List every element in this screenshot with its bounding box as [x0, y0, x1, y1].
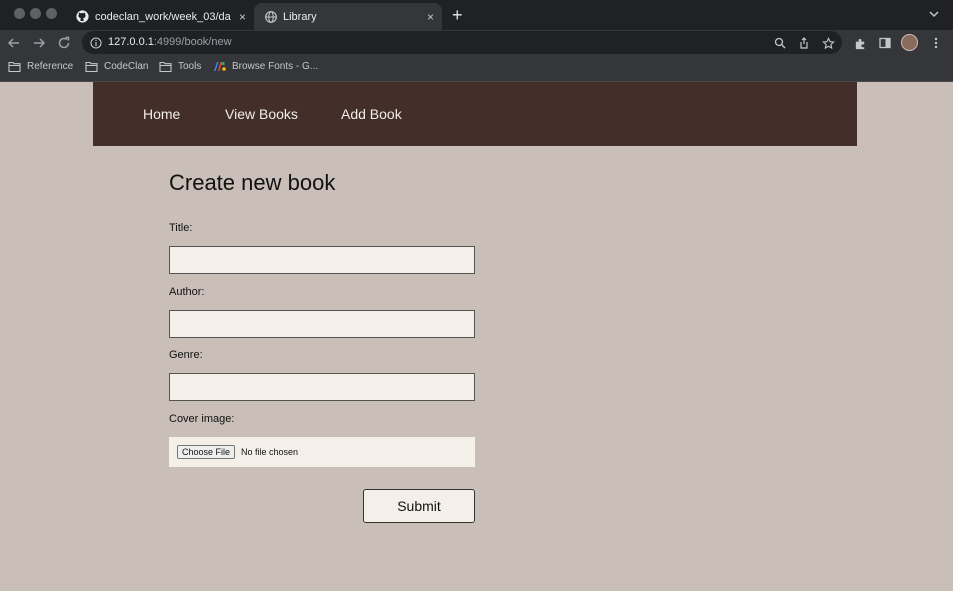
site-navbar: Home View Books Add Book: [93, 82, 857, 146]
tab-strip: codeclan_work/week_03/day_ × Library × +: [0, 0, 953, 30]
tab-library[interactable]: Library ×: [254, 3, 442, 30]
author-label: Author:: [169, 286, 205, 298]
url-text: 127.0.0.1:4999/book/new: [108, 36, 232, 48]
bookmark-label: Reference: [27, 61, 74, 72]
site-info-icon[interactable]: [90, 36, 102, 54]
author-input[interactable]: [169, 310, 475, 338]
window-maximize-dot[interactable]: [46, 8, 57, 19]
page-title: Create new book: [169, 170, 336, 195]
bookmarks-bar: Reference CodeClan Tools Browse Fonts - …: [0, 57, 953, 81]
url-path: :4999/book/new: [153, 36, 232, 48]
url-host: 127.0.0.1: [108, 36, 154, 48]
file-status-text: No file chosen: [241, 447, 299, 457]
tab-close-icon[interactable]: ×: [239, 10, 246, 24]
zoom-search-icon[interactable]: [772, 35, 788, 51]
side-panel-icon[interactable]: [877, 35, 893, 51]
bookmark-browse-fonts[interactable]: Browse Fonts - G...: [213, 61, 318, 72]
address-bar[interactable]: 127.0.0.1:4999/book/new: [82, 31, 842, 54]
new-tab-button[interactable]: +: [452, 5, 463, 26]
title-input[interactable]: [169, 246, 475, 274]
bookmark-star-icon[interactable]: [820, 35, 836, 51]
browser-toolbar: 127.0.0.1:4999/book/new: [0, 30, 953, 56]
submit-button[interactable]: Submit: [363, 489, 475, 523]
forward-arrow-icon[interactable]: [30, 34, 48, 52]
folder-icon: [159, 61, 172, 72]
tab-title: codeclan_work/week_03/day_: [95, 10, 231, 23]
cover-image-file-input: Choose File No file chosen: [169, 437, 475, 467]
bookmark-label: Browse Fonts - G...: [232, 61, 319, 72]
bookmark-label: CodeClan: [104, 61, 149, 72]
cover-image-label: Cover image:: [169, 413, 235, 425]
folder-icon: [85, 61, 98, 72]
bookmark-reference[interactable]: Reference: [8, 61, 73, 72]
title-label: Title:: [169, 222, 193, 234]
folder-icon: [8, 61, 21, 72]
google-fonts-icon: [213, 61, 226, 72]
menu-kebab-icon[interactable]: [928, 35, 944, 51]
tab-title: Library: [283, 10, 317, 23]
profile-avatar[interactable]: [901, 34, 918, 51]
bookmark-tools[interactable]: Tools: [159, 61, 201, 72]
nav-link-add-book[interactable]: Add Book: [341, 106, 402, 122]
nav-link-home[interactable]: Home: [143, 106, 180, 122]
bookmark-codeclan[interactable]: CodeClan: [85, 61, 148, 72]
share-icon[interactable]: [796, 35, 812, 51]
window-minimize-dot[interactable]: [30, 8, 41, 19]
reload-icon[interactable]: [55, 34, 73, 52]
back-arrow-icon[interactable]: [5, 34, 23, 52]
extensions-puzzle-icon[interactable]: [852, 35, 868, 51]
genre-input[interactable]: [169, 373, 475, 401]
globe-icon: [264, 10, 277, 23]
chevron-down-icon[interactable]: [928, 7, 940, 25]
tab-codeclan-work[interactable]: codeclan_work/week_03/day_ ×: [66, 3, 254, 30]
choose-file-button[interactable]: Choose File: [177, 445, 236, 459]
github-icon: [76, 10, 89, 23]
genre-label: Genre:: [169, 349, 203, 361]
bookmark-label: Tools: [178, 61, 202, 72]
browser-chrome: codeclan_work/week_03/day_ × Library × +: [0, 0, 953, 82]
nav-link-view-books[interactable]: View Books: [225, 106, 298, 122]
window-close-dot[interactable]: [14, 8, 25, 19]
tab-close-icon[interactable]: ×: [427, 10, 434, 24]
